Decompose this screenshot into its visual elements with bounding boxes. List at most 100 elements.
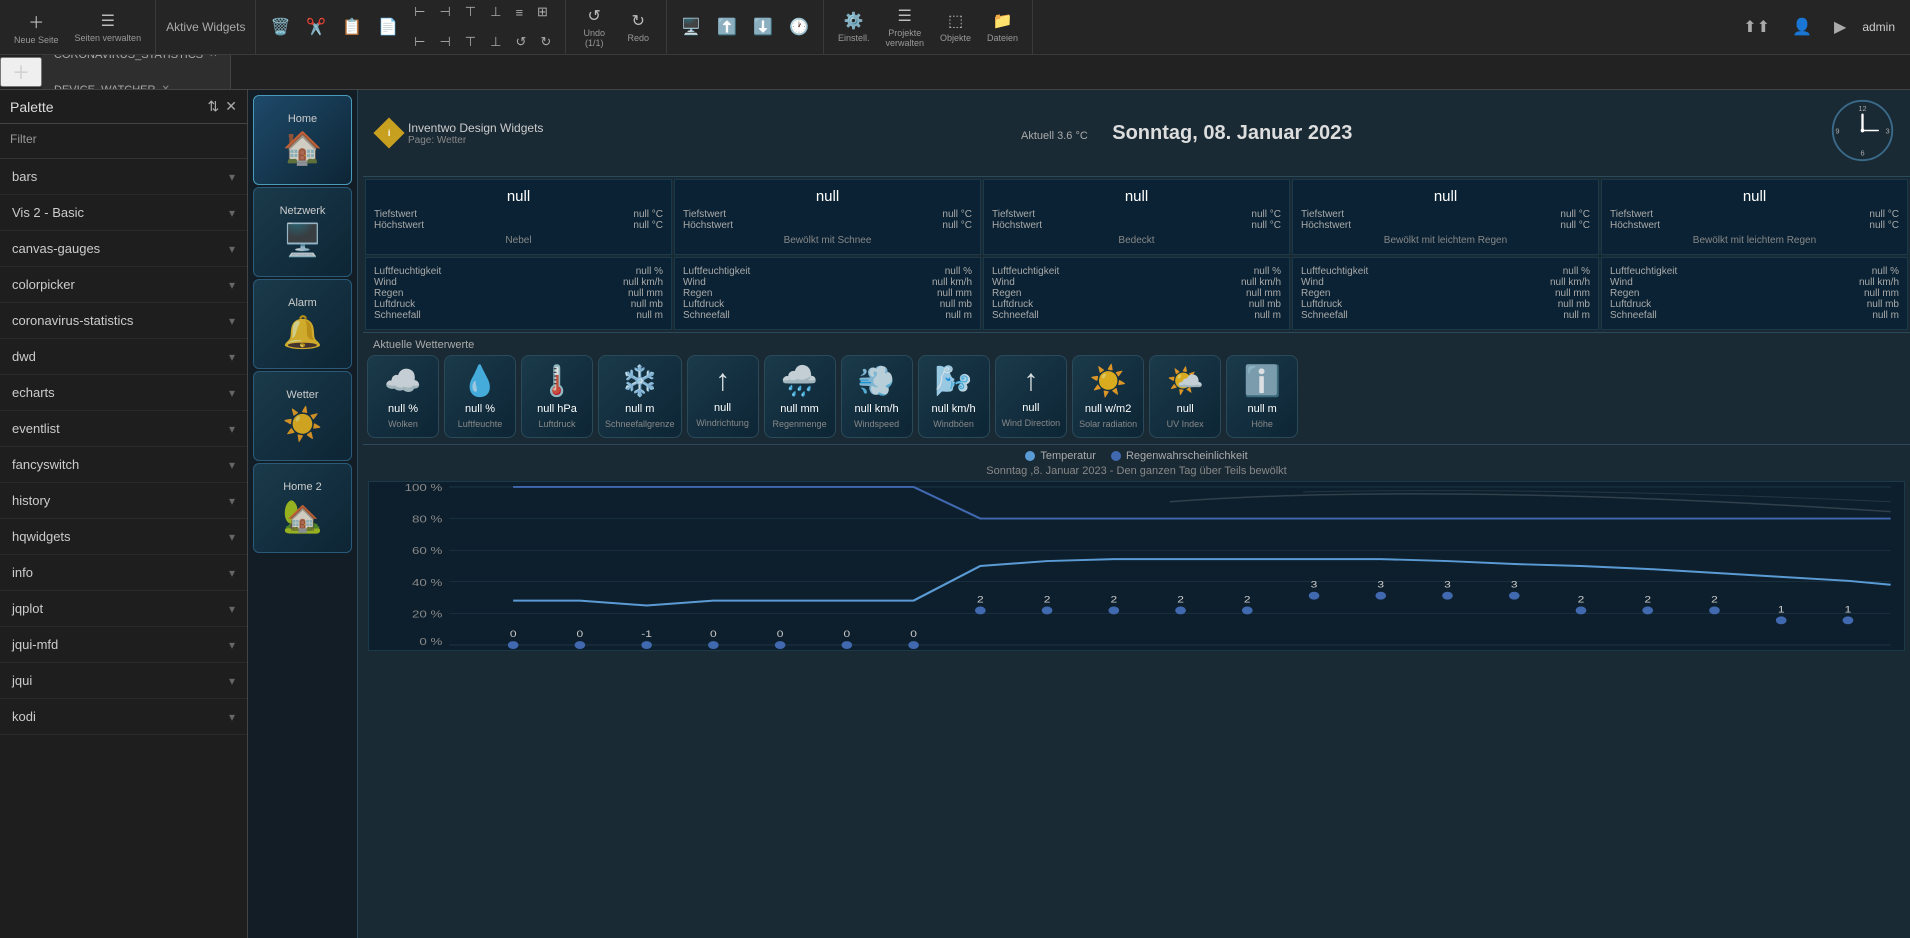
cut-button[interactable]: ✂️ bbox=[300, 11, 332, 43]
palette-item-kodi[interactable]: kodi▾ bbox=[0, 699, 247, 735]
weather-detail-3: Luftfeuchtigkeitnull % Windnull km/h Reg… bbox=[1292, 257, 1599, 330]
palette-item-arrow: ▾ bbox=[229, 242, 235, 256]
palette-item-arrow: ▾ bbox=[229, 638, 235, 652]
palette-item-coronavirus-statistics[interactable]: coronavirus-statistics▾ bbox=[0, 303, 247, 339]
weather-detail-2: Luftfeuchtigkeitnull % Windnull km/h Reg… bbox=[983, 257, 1290, 330]
neue-seite-button[interactable]: ＋ Neue Seite bbox=[8, 5, 65, 49]
align2-button[interactable]: ⊢ bbox=[408, 28, 431, 56]
nav-card-home-2[interactable]: Home 2 🏡 bbox=[253, 463, 352, 553]
widget-area: Home 🏠 Netzwerk 🖥️ Alarm 🔔 Wetter ☀️ Hom… bbox=[248, 90, 1910, 938]
redo-icon: ↻ bbox=[632, 11, 645, 31]
align-bottom-button[interactable]: ≡ bbox=[509, 0, 529, 26]
align4-button[interactable]: ⊤ bbox=[459, 28, 482, 56]
nav-card-icon-4: 🏡 bbox=[283, 497, 323, 535]
current-temp-label: Aktuell 3.6 °C bbox=[1021, 130, 1088, 142]
toolbar-view-section: 🖥️ ⬆️ ⬇️ 🕐 bbox=[667, 0, 824, 54]
align-top-button[interactable]: ⊥ bbox=[484, 0, 507, 26]
palette-close-button[interactable]: ✕ bbox=[225, 98, 237, 115]
palette-item-echarts[interactable]: echarts▾ bbox=[0, 375, 247, 411]
objekte-button[interactable]: ⬚ Objekte bbox=[934, 7, 977, 47]
svg-text:0 %: 0 % bbox=[419, 637, 443, 648]
svg-text:60 %: 60 % bbox=[412, 546, 443, 557]
weather-icon-label-2: Luftdruck bbox=[538, 419, 575, 429]
palette-item-label: Vis 2 - Basic bbox=[12, 205, 84, 220]
weather-icon-card-11: ℹ️ null m Höhe bbox=[1226, 355, 1298, 438]
align-left-button[interactable]: ⊢ bbox=[408, 0, 431, 26]
weather-icon-7: 🌬️ bbox=[935, 364, 972, 399]
nav-card-icon-3: ☀️ bbox=[283, 405, 323, 443]
redo-button2[interactable]: ↻ bbox=[534, 28, 557, 56]
paste-button[interactable]: 📄 bbox=[372, 11, 404, 43]
palette-item-info[interactable]: info▾ bbox=[0, 555, 247, 591]
svg-text:2: 2 bbox=[1644, 595, 1651, 605]
palette-item-colorpicker[interactable]: colorpicker▾ bbox=[0, 267, 247, 303]
tab-close-coronavirus[interactable]: ✕ bbox=[209, 55, 217, 60]
palette-item-label: dwd bbox=[12, 349, 36, 364]
import-button[interactable]: ⬇️ bbox=[747, 11, 779, 43]
palette-item-eventlist[interactable]: eventlist▾ bbox=[0, 411, 247, 447]
nav-card-title-4: Home 2 bbox=[283, 481, 322, 493]
weather-icon-label-8: Wind Direction bbox=[1002, 418, 1061, 428]
nav-card-alarm[interactable]: Alarm 🔔 bbox=[253, 279, 352, 369]
nav-card-wetter[interactable]: Wetter ☀️ bbox=[253, 371, 352, 461]
seiten-verwalten-button[interactable]: ☰ Seiten verwalten bbox=[69, 7, 148, 47]
align-right-button[interactable]: ⊤ bbox=[459, 0, 482, 26]
einstell-button[interactable]: ⚙️ Einstell. bbox=[832, 7, 876, 47]
tab-coronavirus[interactable]: CORONAVIRUS_STATISTICS✕ bbox=[42, 55, 231, 72]
palette-item-arrow: ▾ bbox=[229, 458, 235, 472]
palette-item-fancyswitch[interactable]: fancyswitch▾ bbox=[0, 447, 247, 483]
redo-button[interactable]: ↻ Redo bbox=[618, 7, 658, 47]
weather-icon-0: ☁️ bbox=[384, 364, 421, 399]
logo-text-block: Inventwo Design Widgets Page: Wetter bbox=[408, 121, 543, 146]
weather-icon-label-9: Solar radiation bbox=[1079, 419, 1137, 429]
svg-text:0: 0 bbox=[844, 630, 851, 640]
export-button[interactable]: ⬆️ bbox=[711, 11, 743, 43]
palette-item-jqplot[interactable]: jqplot▾ bbox=[0, 591, 247, 627]
play-button[interactable]: ▶ bbox=[1828, 11, 1852, 43]
palette-item-hqwidgets[interactable]: hqwidgets▾ bbox=[0, 519, 247, 555]
projekte-verwalten-button[interactable]: ☰ Projekte verwalten bbox=[879, 2, 930, 52]
collapse-button[interactable]: ⬆⬆ bbox=[1737, 11, 1776, 43]
tab-device_watcher[interactable]: DEVICE_WATCHER✕ bbox=[42, 72, 231, 90]
weather-icon-label-7: Windböen bbox=[933, 419, 974, 429]
palette-item-bars[interactable]: bars▾ bbox=[0, 159, 247, 195]
dateien-button[interactable]: 📁 Dateien bbox=[981, 7, 1024, 47]
filter-section: Filter bbox=[0, 124, 247, 159]
palette-item-dwd[interactable]: dwd▾ bbox=[0, 339, 247, 375]
weather-icon-label-1: Luftfeuchte bbox=[458, 419, 503, 429]
delete-button[interactable]: 🗑️ bbox=[264, 11, 296, 43]
clock-widget: 12 3 6 9 bbox=[1830, 98, 1895, 168]
history-button[interactable]: 🕐 bbox=[783, 11, 815, 43]
nav-card-netzwerk[interactable]: Netzwerk 🖥️ bbox=[253, 187, 352, 277]
svg-text:0: 0 bbox=[777, 630, 784, 640]
svg-text:2: 2 bbox=[1244, 595, 1251, 605]
palette-item-jqui-mfd[interactable]: jqui-mfd▾ bbox=[0, 627, 247, 663]
copy-button[interactable]: 📋 bbox=[336, 11, 368, 43]
palette-item-history[interactable]: history▾ bbox=[0, 483, 247, 519]
palette-item-canvas-gauges[interactable]: canvas-gauges▾ bbox=[0, 231, 247, 267]
align3-button[interactable]: ⊣ bbox=[433, 28, 456, 56]
svg-text:0: 0 bbox=[577, 630, 584, 640]
legend-temp: Temperatur bbox=[1025, 450, 1096, 462]
align5-button[interactable]: ⊥ bbox=[484, 28, 507, 56]
distribute-button[interactable]: ⊞ bbox=[531, 0, 554, 26]
palette-item-vis-2---basic[interactable]: Vis 2 - Basic▾ bbox=[0, 195, 247, 231]
weather-icon-value-5: null mm bbox=[780, 403, 819, 415]
undo-button[interactable]: ↺ Undo (1/1) bbox=[574, 2, 614, 52]
weather-icon-value-7: null km/h bbox=[932, 403, 976, 415]
preview-button[interactable]: 🖥️ bbox=[675, 11, 707, 43]
content-area: i Inventwo Design Widgets Page: Wetter A… bbox=[363, 90, 1910, 938]
svg-text:3: 3 bbox=[1377, 580, 1384, 590]
weather-day-1: null Tiefstwertnull °C Höchstwertnull °C… bbox=[674, 179, 981, 255]
weather-day-3: null Tiefstwertnull °C Höchstwertnull °C… bbox=[1292, 179, 1599, 255]
user-icon-button[interactable]: 👤 bbox=[1786, 11, 1818, 43]
main-toolbar: ＋ Neue Seite ☰ Seiten verwalten Aktive W… bbox=[0, 0, 1910, 55]
undo-button2[interactable]: ↺ bbox=[509, 28, 532, 56]
toolbar-undo-section: ↺ Undo (1/1) ↻ Redo bbox=[566, 0, 667, 54]
align-center-v-button[interactable]: ⊣ bbox=[433, 0, 456, 26]
palette-item-jqui[interactable]: jqui▾ bbox=[0, 663, 247, 699]
toolbar-edit-section: 🗑️ ✂️ 📋 📄 ⊢ ⊣ ⊤ ⊥ ≡ ⊞ ⊢ ⊣ ⊤ ⊥ ↺ ↻ bbox=[256, 0, 566, 54]
palette-sort-button[interactable]: ⇅ bbox=[208, 98, 220, 115]
nav-card-home[interactable]: Home 🏠 bbox=[253, 95, 352, 185]
add-tab-button[interactable]: ＋ bbox=[0, 57, 42, 87]
